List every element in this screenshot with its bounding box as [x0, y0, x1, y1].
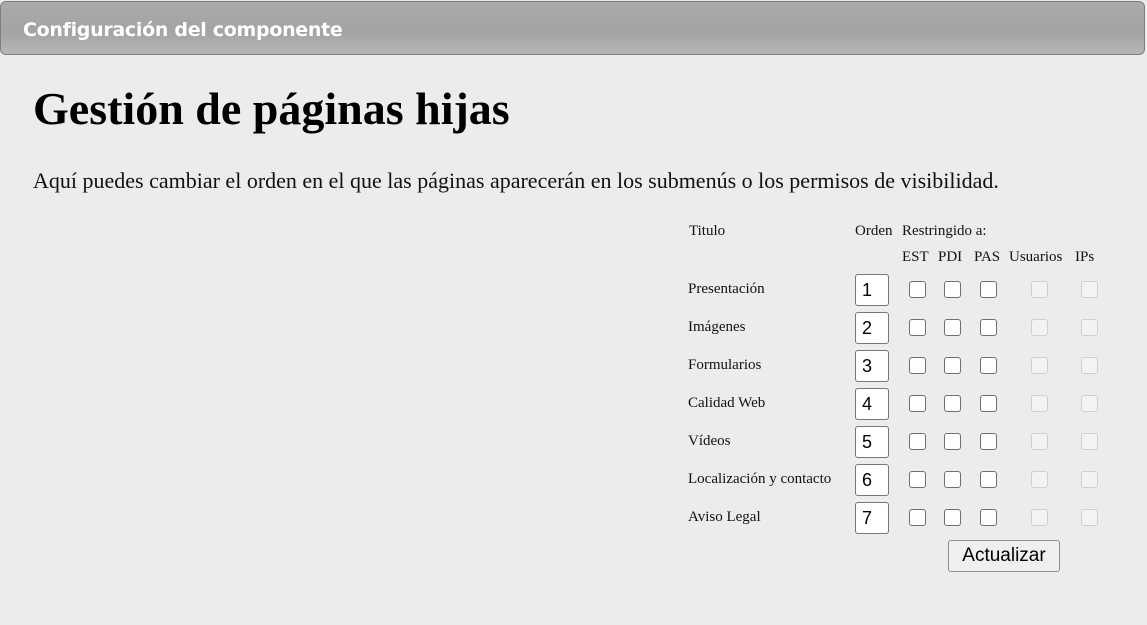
checkbox-pdi[interactable]	[944, 319, 961, 336]
checkbox-ips	[1081, 281, 1098, 298]
checkbox-users	[1031, 433, 1048, 450]
row-title: Vídeos	[688, 433, 731, 449]
order-input[interactable]	[855, 502, 889, 534]
checkbox-pas[interactable]	[980, 509, 997, 526]
checkbox-pas[interactable]	[980, 433, 997, 450]
page-title: Gestión de páginas hijas	[33, 83, 510, 134]
checkbox-ips	[1081, 433, 1098, 450]
checkbox-ips	[1081, 395, 1098, 412]
checkbox-pas[interactable]	[980, 395, 997, 412]
update-button[interactable]: Actualizar	[948, 540, 1060, 572]
column-header-users: Usuarios	[1009, 249, 1063, 265]
checkbox-ips	[1081, 319, 1098, 336]
row-title: Aviso Legal	[688, 509, 761, 525]
checkbox-est[interactable]	[909, 471, 926, 488]
checkbox-pdi[interactable]	[944, 433, 961, 450]
checkbox-ips	[1081, 509, 1098, 526]
checkbox-users	[1031, 509, 1048, 526]
checkbox-users	[1031, 319, 1048, 336]
checkbox-users	[1031, 471, 1048, 488]
checkbox-est[interactable]	[909, 357, 926, 374]
column-header-ips: IPs	[1075, 249, 1095, 265]
checkbox-est[interactable]	[909, 319, 926, 336]
checkbox-est[interactable]	[909, 509, 926, 526]
row-title: Imágenes	[688, 319, 746, 335]
column-header-restricted: Restringido a:	[902, 223, 987, 239]
component-config-header: Configuración del componente	[0, 1, 1145, 55]
child-pages-form: Titulo Orden Restringido a: EST PDI PAS …	[688, 220, 1108, 580]
checkbox-users	[1031, 281, 1048, 298]
column-header-est: EST	[902, 249, 929, 265]
checkbox-est[interactable]	[909, 433, 926, 450]
row-title: Calidad Web	[688, 395, 766, 411]
checkbox-pas[interactable]	[980, 471, 997, 488]
row-title: Presentación	[688, 281, 765, 297]
column-header-pdi: PDI	[938, 249, 963, 265]
checkbox-pdi[interactable]	[944, 395, 961, 412]
checkbox-pdi[interactable]	[944, 471, 961, 488]
checkbox-ips	[1081, 357, 1098, 374]
column-header-order: Orden	[855, 223, 893, 239]
checkbox-ips	[1081, 471, 1098, 488]
column-header-pas: PAS	[974, 249, 1001, 265]
order-input[interactable]	[855, 426, 889, 458]
checkbox-pdi[interactable]	[944, 509, 961, 526]
header-title: Configuración del componente	[23, 19, 343, 41]
checkbox-pas[interactable]	[980, 319, 997, 336]
column-header-title: Titulo	[689, 223, 726, 239]
row-title: Formularios	[688, 357, 762, 373]
checkbox-users	[1031, 395, 1048, 412]
page-description: Aquí puedes cambiar el orden en el que l…	[33, 168, 999, 193]
order-input[interactable]	[855, 464, 889, 496]
checkbox-pdi[interactable]	[944, 357, 961, 374]
order-input[interactable]	[855, 312, 889, 344]
checkbox-est[interactable]	[909, 281, 926, 298]
checkbox-pdi[interactable]	[944, 281, 961, 298]
checkbox-pas[interactable]	[980, 357, 997, 374]
checkbox-users	[1031, 357, 1048, 374]
checkbox-est[interactable]	[909, 395, 926, 412]
order-input[interactable]	[855, 388, 889, 420]
checkbox-pas[interactable]	[980, 281, 997, 298]
order-input[interactable]	[855, 274, 889, 306]
row-title: Localización y contacto	[688, 471, 832, 487]
order-input[interactable]	[855, 350, 889, 382]
